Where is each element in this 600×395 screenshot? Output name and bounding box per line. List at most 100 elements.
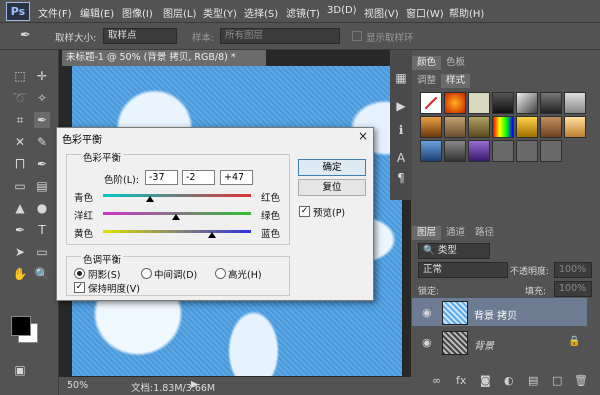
hand-tool-icon[interactable]: ✋ xyxy=(12,266,28,282)
style-swatch-10[interactable] xyxy=(468,116,490,138)
style-swatch-5[interactable] xyxy=(516,92,538,114)
menu-image[interactable]: 图像(I) xyxy=(122,5,153,20)
move-tool-icon[interactable]: ✛ xyxy=(34,68,50,84)
close-icon[interactable]: × xyxy=(358,129,368,143)
layer-kind-filter[interactable]: 🔍 类型 xyxy=(418,243,490,259)
blend-mode-select[interactable]: 正常 xyxy=(418,262,508,278)
quick-mask-icon[interactable]: ▣ xyxy=(12,362,28,378)
dodge-tool-icon[interactable]: ● xyxy=(34,200,50,216)
menu-select[interactable]: 选择(S) xyxy=(244,5,278,20)
style-swatch-4[interactable] xyxy=(492,92,514,114)
character-panel-icon[interactable]: A xyxy=(393,150,409,166)
show-ring-checkbox[interactable] xyxy=(352,31,362,41)
tab-color[interactable]: 颜色 xyxy=(412,56,442,70)
preview-checkbox[interactable]: ✓ xyxy=(299,206,310,217)
link-layers-icon[interactable]: ∞ xyxy=(432,374,441,387)
opacity-input[interactable]: 100% xyxy=(554,262,592,278)
style-none-swatch[interactable] xyxy=(420,92,442,114)
tab-channels[interactable]: 通道 xyxy=(441,226,470,240)
magenta-green-slider-thumb[interactable] xyxy=(171,214,180,220)
style-swatch-3[interactable] xyxy=(468,92,490,114)
tab-adjustments[interactable]: 调整 xyxy=(412,74,441,88)
style-swatch-17[interactable] xyxy=(468,140,490,162)
style-swatch-7[interactable] xyxy=(564,92,586,114)
blur-tool-icon[interactable]: ▲ xyxy=(12,200,28,216)
menu-view[interactable]: 视图(V) xyxy=(364,5,399,20)
tab-paths[interactable]: 路径 xyxy=(470,226,499,240)
status-arrow-icon[interactable]: ▶ xyxy=(191,379,198,390)
tab-layers[interactable]: 图层 xyxy=(412,226,442,240)
menu-3d[interactable]: 3D(D) xyxy=(327,5,357,16)
eyedropper-tool-icon[interactable]: ✒ xyxy=(20,28,31,43)
actions-panel-icon[interactable]: ▶ xyxy=(393,98,409,114)
lasso-tool-icon[interactable]: ➰ xyxy=(12,90,28,106)
style-swatch-2[interactable] xyxy=(444,92,466,114)
yellow-blue-slider-track[interactable] xyxy=(103,230,251,233)
menu-help[interactable]: 帮助(H) xyxy=(449,5,484,20)
menu-window[interactable]: 窗口(W) xyxy=(406,5,444,20)
marquee-tool-icon[interactable]: ⬚ xyxy=(12,68,28,84)
mask-icon[interactable]: ◙ xyxy=(480,374,491,387)
cyan-red-slider-track[interactable] xyxy=(103,194,251,197)
tab-styles[interactable]: 样式 xyxy=(441,74,471,88)
adjustment-layer-icon[interactable]: ◐ xyxy=(504,374,514,387)
magic-wand-tool-icon[interactable]: ✧ xyxy=(34,90,50,106)
zoom-level[interactable]: 50% xyxy=(67,380,88,391)
new-layer-icon[interactable]: □ xyxy=(552,374,562,387)
crop-tool-icon[interactable]: ⌗ xyxy=(12,112,28,128)
pen-tool-icon[interactable]: ✒ xyxy=(12,222,28,238)
reset-button[interactable]: 复位 xyxy=(298,179,366,196)
foreground-color-swatch[interactable] xyxy=(11,316,31,336)
tab-swatches[interactable]: 色板 xyxy=(441,56,470,70)
style-swatch-13[interactable] xyxy=(540,116,562,138)
fx-icon[interactable]: fx xyxy=(456,374,466,387)
menu-edit[interactable]: 编辑(E) xyxy=(80,5,114,20)
style-swatch-20[interactable] xyxy=(540,140,562,162)
style-swatch-19[interactable] xyxy=(516,140,538,162)
style-swatch-18[interactable] xyxy=(492,140,514,162)
layer-row[interactable]: ◉ 背景 🔒 xyxy=(412,328,587,356)
visibility-eye-icon[interactable]: ◉ xyxy=(422,336,432,349)
cyan-red-slider-thumb[interactable] xyxy=(145,196,154,202)
properties-panel-icon[interactable]: ℹ xyxy=(393,122,409,138)
layer-row[interactable]: ◉ 背景 拷贝 xyxy=(412,298,587,326)
brush-tool-icon[interactable]: ✎ xyxy=(34,134,50,150)
paragraph-panel-icon[interactable]: ¶ xyxy=(393,170,409,186)
style-swatch-9[interactable] xyxy=(444,116,466,138)
document-tab[interactable]: 未标题-1 @ 50% (背景 拷贝, RGB/8) * xyxy=(62,50,266,66)
layer-name[interactable]: 背景 xyxy=(474,337,494,352)
midtones-radio[interactable] xyxy=(141,268,152,279)
eraser-tool-icon[interactable]: ▭ xyxy=(12,178,28,194)
sample-size-select[interactable]: 取样点 xyxy=(103,28,177,44)
fill-input[interactable]: 100% xyxy=(554,281,592,297)
history-brush-icon[interactable]: ✒ xyxy=(34,156,50,172)
clone-stamp-icon[interactable]: ⨅ xyxy=(12,156,28,172)
gradient-tool-icon[interactable]: ▤ xyxy=(34,178,50,194)
style-swatch-14[interactable] xyxy=(564,116,586,138)
style-swatch-15[interactable] xyxy=(420,140,442,162)
menu-layer[interactable]: 图层(L) xyxy=(163,5,196,20)
path-select-icon[interactable]: ➤ xyxy=(12,244,28,260)
ok-button[interactable]: 确定 xyxy=(298,159,366,176)
healing-brush-icon[interactable]: ✕ xyxy=(12,134,28,150)
yellow-blue-slider-thumb[interactable] xyxy=(207,232,216,238)
magenta-green-input[interactable]: -2 xyxy=(182,170,215,185)
eyedropper-icon[interactable]: ✒ xyxy=(34,112,50,128)
highlights-radio[interactable] xyxy=(215,268,226,279)
group-folder-icon[interactable]: ▤ xyxy=(528,374,538,387)
rectangle-tool-icon[interactable]: ▭ xyxy=(34,244,50,260)
style-swatch-6[interactable] xyxy=(540,92,562,114)
menu-filter[interactable]: 滤镜(T) xyxy=(286,5,320,20)
menu-type[interactable]: 类型(Y) xyxy=(203,5,237,20)
style-swatch-11[interactable] xyxy=(492,116,514,138)
type-tool-icon[interactable]: T xyxy=(34,222,50,238)
layer-name[interactable]: 背景 拷贝 xyxy=(474,307,517,322)
sample-layers-select[interactable]: 所有图层 xyxy=(220,28,340,44)
shadows-radio[interactable] xyxy=(74,268,85,279)
menu-file[interactable]: 文件(F) xyxy=(38,5,72,20)
cyan-red-input[interactable]: -37 xyxy=(145,170,178,185)
history-panel-icon[interactable]: ▦ xyxy=(393,70,409,86)
style-swatch-12[interactable] xyxy=(516,116,538,138)
style-swatch-8[interactable] xyxy=(420,116,442,138)
visibility-eye-icon[interactable]: ◉ xyxy=(422,306,432,319)
